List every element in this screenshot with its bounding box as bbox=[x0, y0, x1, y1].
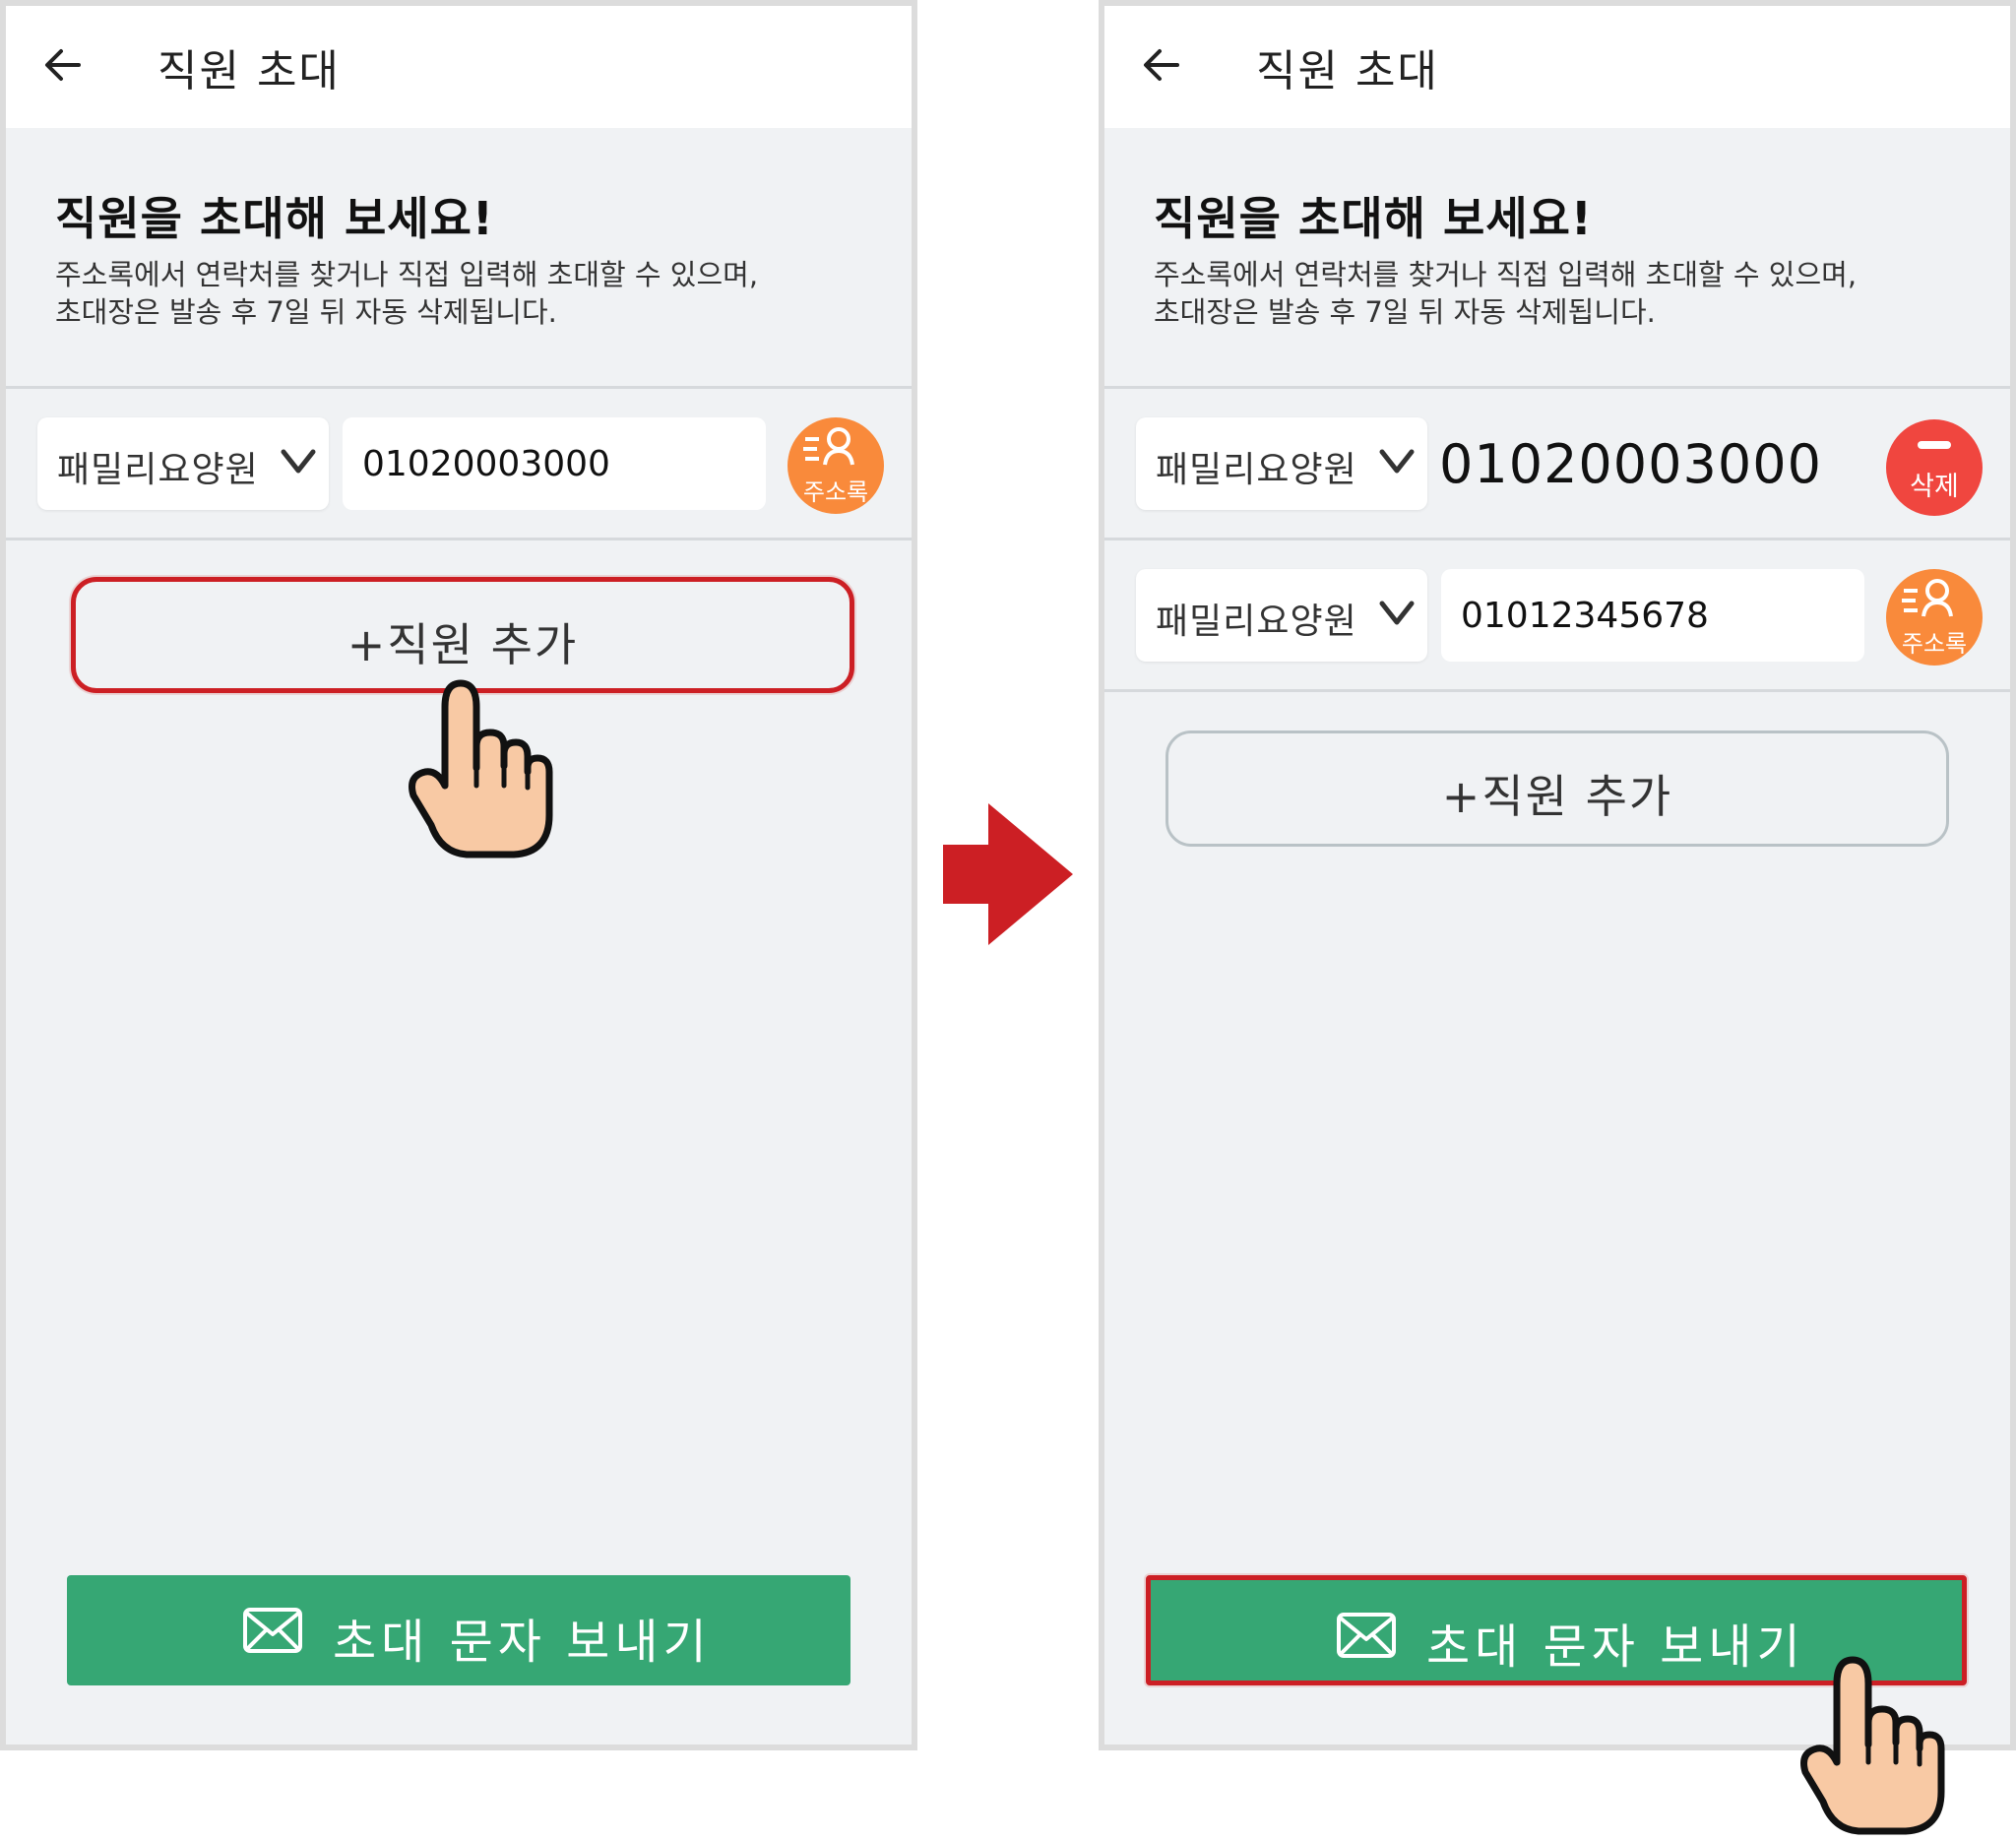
app-header: 직원 초대 bbox=[1104, 6, 2010, 128]
intro-desc-line: 주소록에서 연락처를 찾거나 직접 입력해 초대할 수 있으며, bbox=[55, 258, 759, 291]
divider bbox=[6, 538, 912, 540]
intro-title: 직원을 초대해 보세요! bbox=[1154, 192, 1593, 245]
page-title: 직원 초대 bbox=[1256, 46, 1439, 96]
facility-select[interactable]: 패밀리요양원 bbox=[37, 417, 329, 510]
send-invite-label: 초대 문자 보내기 bbox=[333, 1615, 712, 1670]
app-header: 직원 초대 bbox=[6, 6, 912, 128]
chevron-down-icon bbox=[281, 449, 316, 474]
intro-title: 직원을 초대해 보세요! bbox=[55, 192, 494, 245]
divider bbox=[1104, 386, 2010, 389]
divider bbox=[1104, 689, 2010, 692]
intro-desc-line: 초대장은 발송 후 7일 뒤 자동 삭제됩니다. bbox=[55, 295, 557, 329]
pointing-hand-icon bbox=[409, 679, 553, 858]
delete-label: 삭제 bbox=[1910, 472, 1959, 502]
add-employee-button[interactable]: +직원 추가 bbox=[1166, 730, 1949, 847]
add-employee-button[interactable]: +직원 추가 bbox=[71, 577, 854, 693]
back-arrow-icon[interactable] bbox=[1138, 41, 1185, 89]
add-employee-label: +직원 추가 bbox=[1441, 770, 1673, 823]
intro-description: 주소록에서 연락처를 찾거나 직접 입력해 초대할 수 있으며, 초대장은 발송… bbox=[55, 256, 862, 331]
address-book-button[interactable]: 주소록 bbox=[788, 417, 884, 514]
facility-select-value: 패밀리요양원 bbox=[1156, 602, 1357, 642]
mail-icon bbox=[243, 1608, 302, 1653]
facility-select-value: 패밀리요양원 bbox=[1156, 450, 1357, 490]
address-book-button[interactable]: 주소록 bbox=[1886, 569, 1983, 666]
contacts-icon bbox=[1902, 579, 1953, 617]
facility-select-value: 패밀리요양원 bbox=[57, 450, 259, 490]
back-arrow-icon[interactable] bbox=[39, 41, 87, 89]
chevron-down-icon bbox=[1379, 449, 1415, 474]
mail-icon bbox=[1337, 1613, 1396, 1658]
address-book-label: 주소록 bbox=[1901, 630, 1968, 658]
pointing-hand-icon bbox=[1800, 1656, 1945, 1835]
screen-before: 직원 초대 직원을 초대해 보세요! 주소록에서 연락처를 찾거나 직접 입력해… bbox=[0, 0, 917, 1750]
address-book-label: 주소록 bbox=[802, 478, 869, 506]
confirmed-phone-number: 01020003000 bbox=[1439, 433, 1822, 495]
intro-desc-line: 초대장은 발송 후 7일 뒤 자동 삭제됩니다. bbox=[1154, 295, 1656, 329]
divider bbox=[1104, 538, 2010, 540]
send-invite-button[interactable]: 초대 문자 보내기 bbox=[67, 1575, 850, 1685]
chevron-down-icon bbox=[1379, 601, 1415, 625]
facility-select[interactable]: 패밀리요양원 bbox=[1136, 569, 1427, 662]
page-title: 직원 초대 bbox=[158, 46, 341, 96]
minus-icon bbox=[1918, 441, 1951, 449]
send-invite-label: 초대 문자 보내기 bbox=[1426, 1619, 1805, 1675]
intro-desc-line: 주소록에서 연락처를 찾거나 직접 입력해 초대할 수 있으며, bbox=[1154, 258, 1858, 291]
screen-after: 직원 초대 직원을 초대해 보세요! 주소록에서 연락처를 찾거나 직접 입력해… bbox=[1099, 0, 2016, 1750]
add-employee-label: +직원 추가 bbox=[346, 618, 579, 671]
facility-select[interactable]: 패밀리요양원 bbox=[1136, 417, 1427, 510]
phone-number-input[interactable] bbox=[1441, 569, 1864, 662]
divider bbox=[6, 386, 912, 389]
delete-row-button[interactable]: 삭제 bbox=[1886, 419, 1983, 516]
next-step-arrow-icon bbox=[943, 803, 1073, 945]
intro-description: 주소록에서 연락처를 찾거나 직접 입력해 초대할 수 있으며, 초대장은 발송… bbox=[1154, 256, 1961, 331]
contacts-icon bbox=[803, 427, 854, 466]
phone-number-input[interactable] bbox=[343, 417, 766, 510]
